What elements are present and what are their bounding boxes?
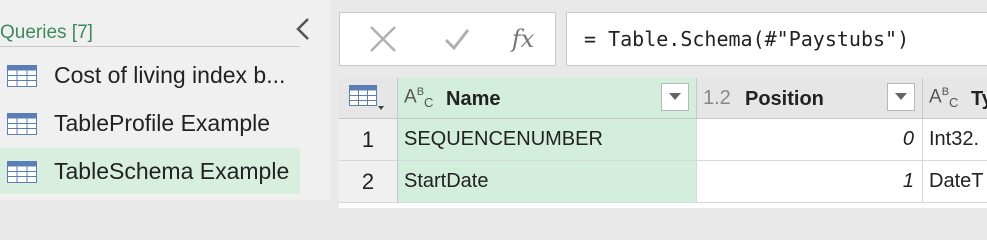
- column-filter-dropdown[interactable]: [887, 83, 915, 111]
- query-item-label: Cost of living index b...: [54, 61, 286, 88]
- table-options-button[interactable]: [339, 78, 398, 119]
- chevron-down-icon: [669, 93, 681, 100]
- table-icon: [7, 65, 37, 87]
- column-header-name[interactable]: ABC Name: [398, 78, 697, 119]
- table-menu-icon: [349, 85, 384, 110]
- formula-text: = Table.Schema(#"Paystubs"): [584, 27, 910, 51]
- text-type-icon[interactable]: ABC: [404, 86, 433, 110]
- queries-header: Queries [7]: [0, 22, 93, 43]
- column-name: Name: [446, 88, 501, 110]
- column-name: Ty: [971, 88, 987, 110]
- queries-header-divider: [0, 46, 300, 47]
- query-item-label: TableProfile Example: [54, 109, 271, 136]
- fx-icon: fx: [511, 25, 535, 53]
- column-header-position[interactable]: 1.2 Position: [697, 78, 923, 119]
- data-grid: ABC Name 1.2 Position ABC Ty 1 SEQUENCEN…: [339, 78, 987, 208]
- cancel-formula-button[interactable]: [358, 13, 408, 65]
- chevron-left-icon: [296, 18, 309, 40]
- query-item-tableprofile[interactable]: TableProfile Example: [0, 100, 300, 146]
- close-icon: [370, 26, 396, 52]
- query-item-tableschema[interactable]: TableSchema Example: [0, 148, 300, 194]
- table-icon: [7, 161, 37, 183]
- checkmark-icon: [444, 29, 470, 51]
- cell-type[interactable]: DateT: [923, 161, 987, 203]
- insert-function-button[interactable]: fx: [498, 13, 548, 65]
- formula-bar-buttons: fx: [339, 12, 556, 66]
- table-icon: [7, 113, 37, 135]
- cell-name[interactable]: SEQUENCENUMBER: [398, 119, 697, 161]
- commit-formula-button[interactable]: [432, 13, 482, 65]
- cell-position[interactable]: 1: [697, 161, 923, 203]
- cell-type[interactable]: Int32.: [923, 119, 987, 161]
- chevron-down-icon: [895, 93, 907, 100]
- column-header-type[interactable]: ABC Ty: [923, 78, 987, 119]
- cell-position[interactable]: 0: [697, 119, 923, 161]
- column-filter-dropdown[interactable]: [661, 83, 689, 111]
- cell-name[interactable]: StartDate: [398, 161, 697, 203]
- row-number[interactable]: 2: [339, 161, 398, 203]
- query-item-cost-of-living[interactable]: Cost of living index b...: [0, 52, 300, 98]
- formula-input[interactable]: = Table.Schema(#"Paystubs"): [566, 12, 987, 66]
- collapse-pane-button[interactable]: [293, 16, 317, 46]
- column-name: Position: [745, 88, 824, 110]
- decimal-type-icon[interactable]: 1.2: [703, 87, 731, 110]
- text-type-icon[interactable]: ABC: [929, 86, 958, 110]
- query-item-label: TableSchema Example: [54, 157, 290, 184]
- queries-pane: Queries [7] Cost of living index b... Ta…: [0, 0, 330, 200]
- row-number[interactable]: 1: [339, 119, 398, 161]
